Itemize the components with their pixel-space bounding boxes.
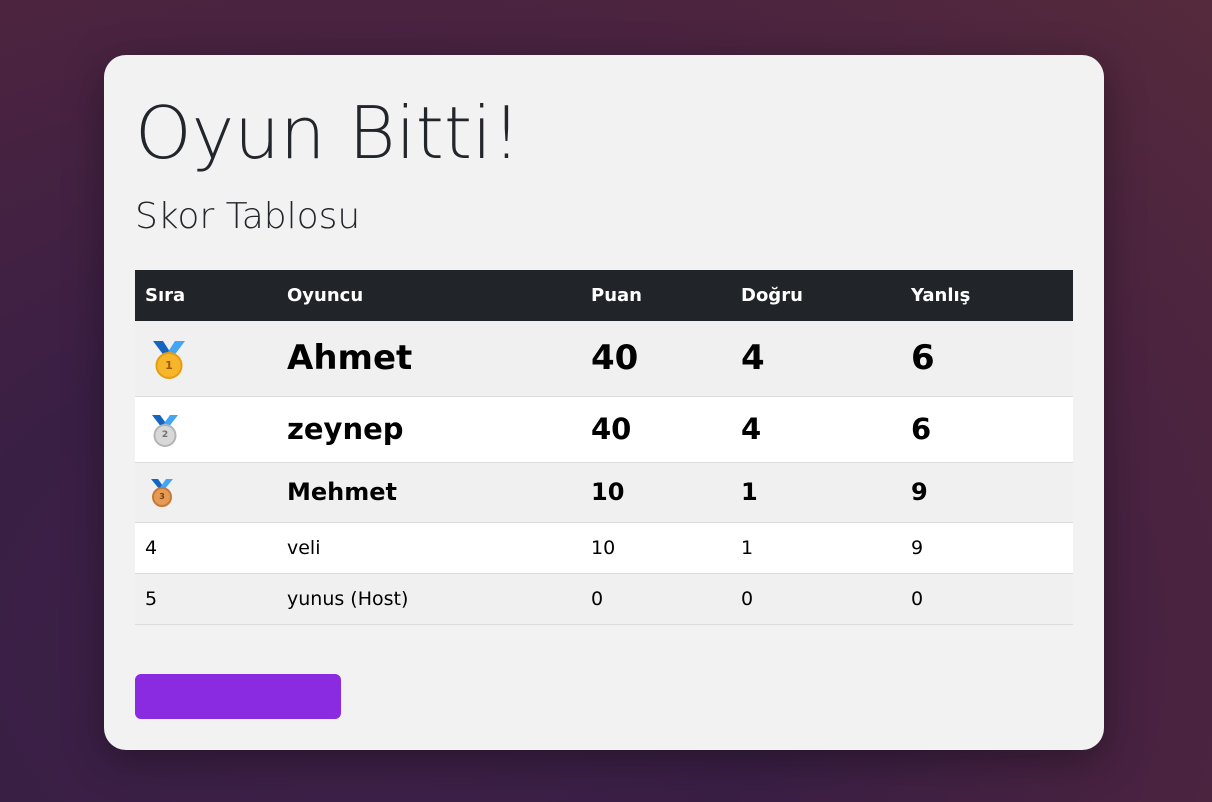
score-cell: 10	[581, 522, 731, 574]
rank-cell: 4	[135, 522, 277, 574]
player-name: veli	[277, 522, 581, 574]
scoreboard-table: Sıra Oyuncu Puan Doğru Yanlış 1 Ahmet 40…	[135, 270, 1073, 625]
header-correct: Doğru	[741, 285, 803, 306]
scoreboard-subtitle: Skor Tablosu	[135, 196, 361, 237]
game-over-card: Oyun Bitti! Skor Tablosu Sıra Oyuncu Pua…	[104, 55, 1104, 750]
rank-cell: 2	[135, 396, 277, 463]
player-name: Ahmet	[277, 321, 581, 397]
player-name: yunus (Host)	[277, 573, 581, 625]
silver-medal-icon: 2	[151, 414, 179, 447]
action-button[interactable]	[135, 674, 341, 719]
correct-cell: 4	[731, 321, 901, 397]
correct-cell: 1	[731, 522, 901, 574]
wrong-cell: 6	[901, 321, 1073, 397]
correct-cell: 0	[731, 573, 901, 625]
table-row: 4 veli 10 1 9	[135, 522, 1073, 574]
header-score: Puan	[591, 285, 642, 306]
page-title: Oyun Bitti!	[135, 91, 521, 175]
table-row: 5 yunus (Host) 0 0 0	[135, 573, 1073, 625]
score-cell: 40	[581, 396, 731, 463]
table-row: 2 zeynep 40 4 6	[135, 396, 1073, 463]
table-row: 1 Ahmet 40 4 6	[135, 321, 1073, 397]
wrong-cell: 9	[901, 462, 1073, 523]
rank-cell: 5	[135, 573, 277, 625]
bronze-medal-icon: 3	[150, 478, 174, 507]
wrong-cell: 6	[901, 396, 1073, 463]
player-name: zeynep	[277, 396, 581, 463]
wrong-cell: 9	[901, 522, 1073, 574]
wrong-cell: 0	[901, 573, 1073, 625]
score-cell: 0	[581, 573, 731, 625]
header-wrong: Yanlış	[911, 285, 971, 306]
rank-cell: 1	[135, 321, 277, 397]
correct-cell: 1	[731, 462, 901, 523]
gold-medal-icon: 1	[152, 340, 186, 379]
correct-cell: 4	[731, 396, 901, 463]
table-row: 3 Mehmet 10 1 9	[135, 462, 1073, 523]
table-header-row: Sıra Oyuncu Puan Doğru Yanlış	[135, 270, 1073, 321]
header-rank: Sıra	[145, 285, 186, 306]
player-name: Mehmet	[277, 462, 581, 523]
rank-cell: 3	[135, 462, 277, 523]
header-player: Oyuncu	[287, 285, 364, 306]
score-cell: 40	[581, 321, 731, 397]
score-cell: 10	[581, 462, 731, 523]
